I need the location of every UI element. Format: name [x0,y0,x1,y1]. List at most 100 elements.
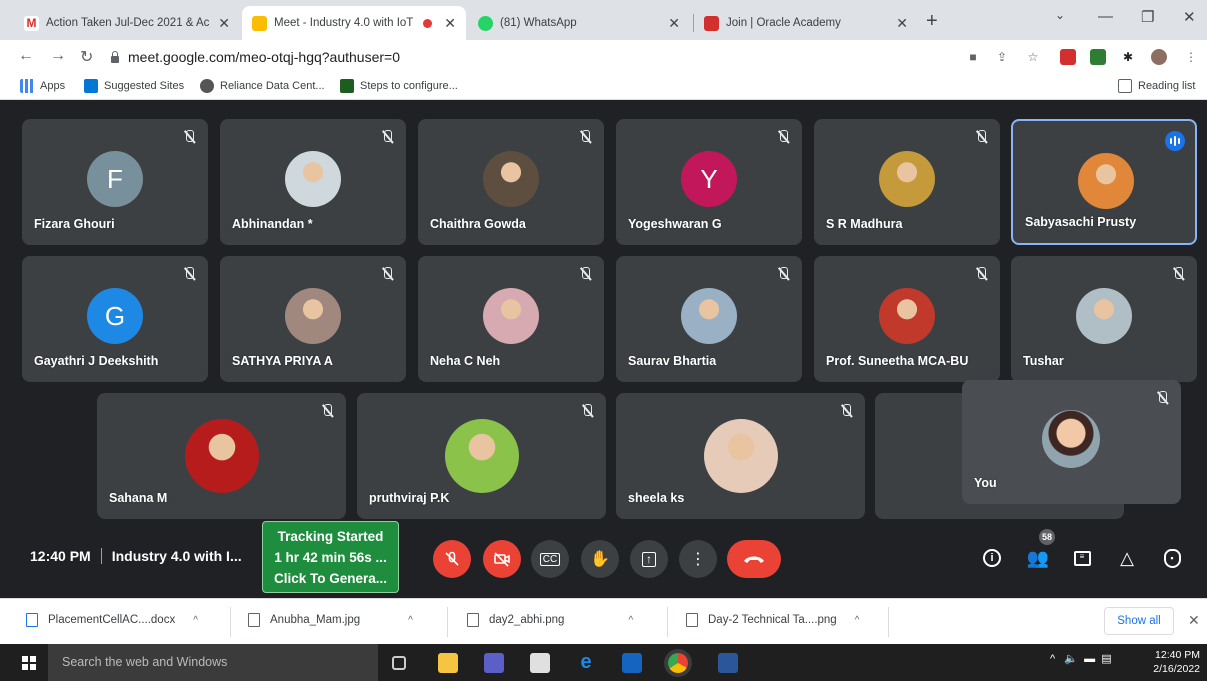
forward-button[interactable]: → [50,47,66,65]
bookmark-label: Apps [40,80,66,92]
participant-tile[interactable]: Tushar [1011,256,1197,382]
tab-whatsapp[interactable]: (81) WhatsApp ✕ [468,6,690,40]
participant-name: Neha C Neh [430,354,501,368]
close-icon[interactable]: ✕ [218,15,230,32]
participant-tile[interactable]: Sabyasachi Prusty [1011,119,1197,245]
store-icon[interactable] [530,653,550,673]
profile-avatar[interactable] [1151,49,1167,65]
chevron-up-icon[interactable]: ^ [193,615,198,626]
chevron-up-icon[interactable]: ^ [855,615,860,626]
taskbar-clock[interactable]: 12:40 PM 2/16/2022 [1148,648,1200,676]
self-view-tile[interactable]: You [962,380,1181,504]
window-close-button[interactable]: ✕ [1183,8,1196,26]
tracking-widget[interactable]: Tracking Started 1 hr 42 min 56s ... Cli… [262,521,399,593]
activities-button[interactable]: △ [1114,545,1140,571]
meeting-title[interactable]: Industry 4.0 with I... [112,548,242,564]
mic-off-icon [776,129,790,145]
more-options-button[interactable]: ⋮ [679,540,717,578]
teams-icon[interactable] [484,653,504,673]
extension-icon[interactable] [1090,49,1106,65]
participant-tile[interactable]: pruthviraj P.K [357,393,606,519]
maximize-button[interactable]: ❐ [1141,8,1154,26]
chrome-icon[interactable] [668,653,688,673]
participant-tile[interactable]: G Gayathri J Deekshith [22,256,208,382]
download-item[interactable]: Anubha_Mam.jpg ^ [248,613,413,627]
participant-tile[interactable]: Abhinandan * [220,119,406,245]
extensions-puzzle-icon[interactable]: ✱ [1120,49,1136,65]
avatar-photo [285,151,341,207]
windows-start-icon[interactable] [22,656,36,670]
bookmark-star-icon[interactable]: ☆ [1025,49,1041,65]
bookmark-suggested-sites[interactable]: Suggested Sites [84,79,184,93]
avatar-photo [483,288,539,344]
participant-tile[interactable]: SATHYA PRIYA A [220,256,406,382]
download-item[interactable]: day2_abhi.png ^ [467,613,633,627]
meeting-details-button[interactable]: i [979,545,1005,571]
app-icon[interactable] [622,653,642,673]
download-filename: Anubha_Mam.jpg [270,614,361,626]
volume-icon[interactable]: 🔈 [1064,653,1078,665]
file-explorer-icon[interactable] [438,653,458,673]
participant-tile[interactable]: sheela ks [616,393,865,519]
chat-button[interactable]: ≡ [1069,545,1095,571]
menu-icon[interactable]: ⋮ [1183,49,1199,65]
chevron-up-icon[interactable]: ^ [408,615,413,626]
reload-button[interactable]: ↻ [80,47,93,67]
participant-tile[interactable]: S R Madhura [814,119,1000,245]
download-separator [230,607,231,637]
participant-tile[interactable]: Chaithra Gowda [418,119,604,245]
participant-tile[interactable]: F Fizara Ghouri [22,119,208,245]
bookmark-apps[interactable]: Apps [20,79,65,93]
close-icon[interactable]: ✕ [444,15,456,32]
word-icon[interactable] [718,653,738,673]
participant-tile[interactable]: Saurav Bhartia [616,256,802,382]
camera-icon[interactable]: ■ [965,49,981,65]
close-icon[interactable]: ✕ [896,15,908,32]
tab-search-icon[interactable]: ⌄ [1055,8,1065,22]
participant-name: SATHYA PRIYA A [232,354,333,368]
raise-hand-button[interactable]: ✋ [581,540,619,578]
bookmark-reliance[interactable]: Reliance Data Cent... [200,79,325,93]
back-button[interactable]: ← [18,47,34,65]
new-tab-button[interactable]: + [926,10,938,33]
close-shelf-button[interactable]: ✕ [1188,612,1200,629]
participant-tile[interactable]: Y Yogeshwaran G [616,119,802,245]
taskbar-search-input[interactable]: Search the web and Windows [48,644,378,681]
chevron-up-icon[interactable]: ^ [628,615,633,626]
present-button[interactable]: ↑ [630,540,668,578]
oracle-icon [704,15,719,31]
chevron-up-icon[interactable]: ^ [1050,653,1055,665]
close-icon[interactable]: ✕ [668,15,680,32]
tab-meet[interactable]: Meet - Industry 4.0 with IoT ✕ [242,6,466,40]
tab-label: Action Taken Jul-Dec 2021 & Ac [46,17,210,29]
download-item[interactable]: PlacementCellAC....docx ^ [26,613,198,627]
captions-button[interactable]: CC [531,540,569,578]
bookmark-steps[interactable]: Steps to configure... [340,79,458,93]
host-controls-button[interactable]: ▪ [1159,545,1185,571]
tab-oracle[interactable]: Join | Oracle Academy ✕ [694,6,918,40]
leave-call-button[interactable] [727,540,781,578]
people-button[interactable]: 👥 [1025,545,1051,571]
download-item[interactable]: Day-2 Technical Ta....png ^ [686,613,859,627]
tab-action-taken[interactable]: M Action Taken Jul-Dec 2021 & Ac ✕ [14,6,240,40]
participant-name: Gayathri J Deekshith [34,354,159,368]
edge-icon[interactable]: e [576,652,596,673]
minimize-button[interactable]: — [1098,8,1113,25]
task-view-icon[interactable] [392,656,406,670]
participant-name: Fizara Ghouri [34,217,115,231]
reading-list-button[interactable]: Reading list [1118,79,1195,93]
mic-toggle-button[interactable] [433,540,471,578]
extension-icon[interactable] [1060,49,1076,65]
participant-tile[interactable]: Neha C Neh [418,256,604,382]
battery-icon[interactable]: ▬ [1084,653,1095,665]
show-all-button[interactable]: Show all [1104,607,1174,635]
image-file-icon [686,613,698,627]
system-tray[interactable]: ^ 🔈 ▬ ▤ [1050,652,1112,665]
camera-toggle-button[interactable] [483,540,521,578]
notification-icon[interactable]: ▤ [1101,653,1111,665]
participant-tile[interactable]: Prof. Suneetha MCA-BU [814,256,1000,382]
share-icon[interactable]: ⇪ [994,49,1010,65]
tracking-generate-link[interactable]: Click To Genera... [263,568,398,589]
url-input[interactable]: meet.google.com/meo-otqj-hgq?authuser=0 [110,44,950,70]
participant-tile[interactable]: Sahana M [97,393,346,519]
